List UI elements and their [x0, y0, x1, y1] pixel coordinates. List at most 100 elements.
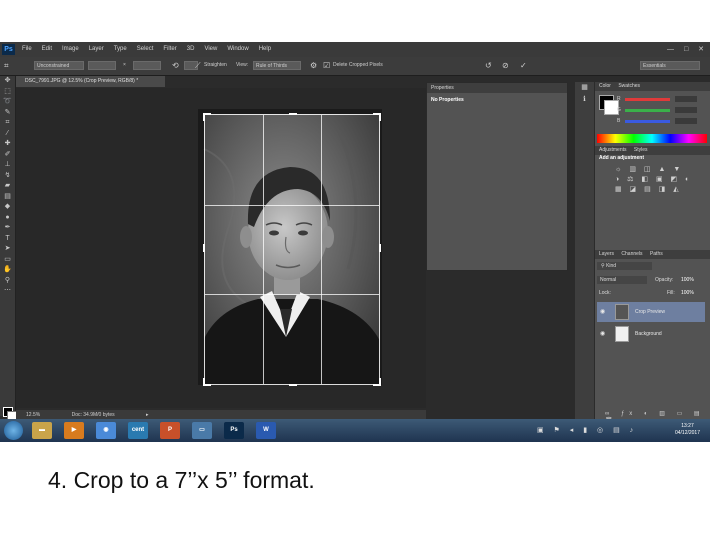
properties-title[interactable]: Properties [427, 83, 567, 93]
type-tool-icon[interactable]: T [0, 234, 15, 245]
close-button[interactable]: ✕ [698, 46, 704, 53]
properties-panel: Properties No Properties [426, 82, 568, 271]
channel-g-value[interactable] [675, 107, 697, 113]
display-icon[interactable]: ▭ [192, 422, 212, 439]
channel-b-slider[interactable] [625, 120, 670, 123]
menu-item-type[interactable]: Type [114, 46, 127, 52]
menu-item-3d[interactable]: 3D [187, 46, 195, 52]
zoom-level[interactable]: 12.5% [26, 412, 40, 418]
reset-icon[interactable]: ↺ [485, 60, 492, 71]
crop-handle-top[interactable] [288, 113, 297, 115]
tab-paths[interactable]: Paths [650, 251, 663, 257]
menu-item-select[interactable]: Select [137, 46, 154, 52]
tab-swatches[interactable]: Swatches [618, 83, 640, 89]
layer-thumbnail [615, 304, 629, 320]
path-select-tool-icon[interactable]: ➤ [0, 244, 15, 255]
menu-item-file[interactable]: File [22, 46, 32, 52]
word-icon[interactable]: W [256, 422, 276, 439]
channel-r-value[interactable] [675, 96, 697, 102]
document-tab[interactable]: DSC_7991.JPG @ 12.5% (Crop Preview, RGB/… [15, 76, 165, 87]
menu-item-help[interactable]: Help [259, 46, 271, 52]
dodge-tool-icon[interactable]: ● [0, 213, 15, 224]
blend-mode-select[interactable]: Normal [597, 276, 647, 284]
channel-r-slider[interactable] [625, 98, 670, 101]
ratio-height-field[interactable] [133, 61, 161, 70]
workspace-select[interactable]: Essentials [640, 61, 700, 70]
crop-handle-left[interactable] [203, 244, 205, 253]
menu-item-layer[interactable]: Layer [89, 46, 104, 52]
app-icon[interactable]: cent [128, 422, 148, 439]
healing-tool-icon[interactable]: ✚ [0, 139, 15, 150]
system-tray[interactable]: ▣ ⚑ ◂ ▮ ◎ ▤ ♪ [537, 426, 637, 434]
pen-tool-icon[interactable]: ✒ [0, 223, 15, 234]
history-brush-tool-icon[interactable]: ↯ [0, 171, 15, 182]
commit-check-icon[interactable]: ✓ [520, 60, 527, 71]
tab-color[interactable]: Color [599, 83, 611, 89]
eraser-tool-icon[interactable]: ▰ [0, 181, 15, 192]
adjustment-icons[interactable]: ☼ ▥ ◫ ▲ ▼ ◑ ⚖ ◧ ▣ ◩ ◐ ▦ ◪ ▤ ◨ ◭ [615, 165, 695, 195]
brush-tool-icon[interactable]: ✐ [0, 150, 15, 161]
tab-layers[interactable]: Layers [599, 251, 614, 257]
straighten-label[interactable]: Straighten [204, 61, 227, 70]
clone-stamp-tool-icon[interactable]: ⊥ [0, 160, 15, 171]
gradient-tool-icon[interactable]: ▤ [0, 192, 15, 203]
menu-item-window[interactable]: Window [227, 46, 248, 52]
swap-icon[interactable]: ⟲ [172, 60, 179, 71]
color-spectrum[interactable] [597, 134, 707, 143]
photoshop-icon[interactable]: Ps [224, 422, 244, 439]
overlay-view-select[interactable]: Rule of Thirds [253, 61, 301, 70]
tab-channels[interactable]: Channels [621, 251, 642, 257]
folder-icon[interactable]: ▬ [32, 422, 52, 439]
doc-info[interactable]: Doc: 34.9M/0 bytes [72, 412, 115, 418]
delete-cropped-label[interactable]: Delete Cropped Pixels [333, 61, 383, 70]
layer-filter-kind[interactable]: ⚲ Kind [597, 262, 652, 270]
straighten-icon[interactable]: ⟋ [195, 60, 201, 71]
start-button[interactable] [4, 421, 23, 440]
visibility-eye-icon[interactable]: ◉ [600, 302, 605, 322]
swap-symbol: × [123, 62, 126, 68]
menu-item-edit[interactable]: Edit [42, 46, 52, 52]
powerpoint-icon[interactable]: P [160, 422, 180, 439]
blur-tool-icon[interactable]: ◆ [0, 202, 15, 213]
menu-item-filter[interactable]: Filter [163, 46, 176, 52]
menu-item-image[interactable]: Image [62, 46, 79, 52]
status-arrow-icon[interactable]: ▸ [146, 412, 149, 418]
crop-tool-icon[interactable]: ⌗ [0, 118, 15, 129]
ratio-preset-select[interactable]: Unconstrained [34, 61, 84, 70]
layer-row[interactable]: ◉ Crop Preview [597, 302, 705, 322]
gear-icon[interactable]: ⚙ [310, 60, 317, 71]
history-icon[interactable]: ▦ [575, 82, 594, 94]
tab-styles[interactable]: Styles [634, 147, 648, 153]
minimize-button[interactable]: — [667, 46, 674, 53]
taskbar-clock[interactable]: 13:27 04/12/2017 [675, 423, 700, 437]
crop-tool-icon[interactable]: ⌗ [4, 60, 9, 71]
layer-row[interactable]: ◉ Background [597, 324, 705, 344]
quick-select-tool-icon[interactable]: ✎ [0, 108, 15, 119]
crop-handle-bottom[interactable] [288, 384, 297, 386]
chrome-icon[interactable]: ◉ [96, 422, 116, 439]
eyedropper-tool-icon[interactable]: ⁄ [0, 129, 15, 140]
zoom-tool-icon[interactable]: ⚲ [0, 276, 15, 287]
lasso-tool-icon[interactable]: ➰ [0, 97, 15, 108]
shape-tool-icon[interactable]: ▭ [0, 255, 15, 266]
channel-b-value[interactable] [675, 118, 697, 124]
fill-value[interactable]: 100% [681, 290, 694, 296]
visibility-eye-icon[interactable]: ◉ [600, 324, 605, 344]
ratio-width-field[interactable] [88, 61, 116, 70]
move-tool-icon[interactable]: ✥ [0, 76, 15, 87]
marquee-tool-icon[interactable]: ⬚ [0, 87, 15, 98]
cancel-icon[interactable]: ⊘ [502, 60, 509, 71]
edit-toolbar-icon[interactable]: ⋯ [0, 286, 15, 297]
opacity-value[interactable]: 100% [681, 277, 694, 283]
tab-adjustments[interactable]: Adjustments [599, 147, 627, 153]
media-player-icon[interactable]: ▶ [64, 422, 84, 439]
crop-handle-right[interactable] [379, 244, 381, 253]
checkbox-checked-icon[interactable]: ☑ [323, 60, 330, 71]
maximize-button[interactable]: □ [684, 46, 688, 53]
menu-item-view[interactable]: View [204, 46, 217, 52]
hand-tool-icon[interactable]: ✋ [0, 265, 15, 276]
info-icon[interactable]: ℹ [575, 94, 594, 106]
crop-grid-overlay[interactable] [203, 113, 381, 386]
channel-g-slider[interactable] [625, 109, 670, 112]
document-canvas[interactable] [16, 88, 426, 408]
